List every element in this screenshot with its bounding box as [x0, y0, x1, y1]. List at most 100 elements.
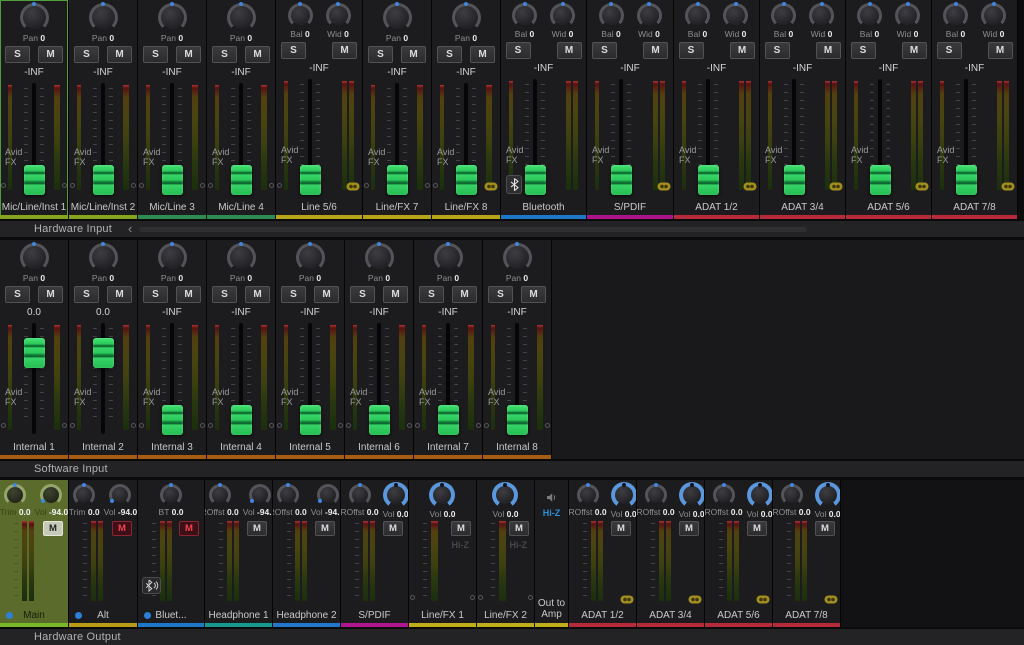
mute-button[interactable]: M	[557, 42, 582, 59]
knob-roffst[interactable]	[645, 484, 667, 506]
mute-button[interactable]: M	[383, 521, 403, 536]
mute-button[interactable]: M	[176, 286, 201, 303]
mute-button[interactable]: M	[988, 42, 1013, 59]
solo-button[interactable]: S	[488, 286, 513, 303]
solo-button[interactable]: S	[937, 42, 962, 59]
channel-strip-mic-line-3[interactable]: Pan 0SM-INFAvid FXMic/Line 3	[138, 0, 206, 219]
mute-button[interactable]: M	[747, 521, 767, 536]
stereo-link-icon[interactable]	[743, 182, 757, 191]
knob-roffst[interactable]	[209, 484, 231, 506]
knob-pan[interactable]	[383, 3, 412, 32]
knob-roffst[interactable]	[713, 484, 735, 506]
mute-button[interactable]: M	[38, 46, 63, 63]
mute-button[interactable]: M	[816, 42, 841, 59]
stereo-link-icon[interactable]	[620, 595, 634, 604]
fader-handle[interactable]	[231, 405, 252, 435]
channel-strip-mic-line-inst-1[interactable]: Pan 0SM-INFAvid FXMic/Line/Inst 1	[0, 0, 68, 219]
solo-button[interactable]: S	[679, 42, 704, 59]
scroll-left-chevron-icon[interactable]: ‹	[128, 224, 132, 234]
mute-button[interactable]: M	[815, 521, 835, 536]
solo-button[interactable]: S	[143, 286, 168, 303]
fader-handle[interactable]	[162, 165, 183, 195]
knob-bal[interactable]	[512, 3, 537, 28]
knob-roffst[interactable]	[349, 484, 371, 506]
knob-vol[interactable]	[747, 482, 772, 508]
knob-pan[interactable]	[296, 243, 325, 272]
mute-button[interactable]: M	[332, 42, 357, 59]
channel-strip-line-fx-2[interactable]: Vol 0.0MHi-ZLine/FX 2	[477, 480, 534, 627]
knob-wid[interactable]	[550, 3, 575, 28]
fader-handle[interactable]	[507, 405, 528, 435]
knob-vol[interactable]	[317, 484, 339, 506]
channel-strip-line-fx-8[interactable]: Pan 0SM-INFAvid FXLine/FX 8	[432, 0, 500, 219]
mute-button[interactable]: M	[509, 521, 529, 536]
fader-handle[interactable]	[93, 165, 114, 195]
solo-button[interactable]: S	[437, 46, 462, 63]
channel-strip-main[interactable]: Trim 0.0Vol -94.0MMain	[0, 480, 68, 627]
fader-handle[interactable]	[387, 165, 408, 195]
mute-button[interactable]: M	[730, 42, 755, 59]
solo-button[interactable]: S	[212, 286, 237, 303]
knob-bal[interactable]	[943, 3, 968, 28]
channel-strip-headphone-2[interactable]: ROffst 0.0Vol -94.0MHeadphone 2	[273, 480, 340, 627]
knob-pan[interactable]	[227, 3, 256, 32]
horizontal-scrollbar-thumb[interactable]	[139, 227, 807, 232]
solo-button[interactable]: S	[851, 42, 876, 59]
channel-strip-mic-line-4[interactable]: Pan 0SM-INFAvid FXMic/Line 4	[207, 0, 275, 219]
fader-handle[interactable]	[956, 165, 977, 195]
solo-button[interactable]: S	[281, 42, 306, 59]
channel-strip-internal-2[interactable]: Pan 0SM0.0Avid FXInternal 2	[69, 240, 137, 459]
mute-button[interactable]: M	[107, 286, 132, 303]
knob-bal[interactable]	[599, 3, 624, 28]
channel-strip-line-fx-7[interactable]: Pan 0SM-INFAvid FXLine/FX 7	[363, 0, 431, 219]
channel-strip-internal-4[interactable]: Pan 0SM-INFAvid FXInternal 4	[207, 240, 275, 459]
fader-handle[interactable]	[24, 165, 45, 195]
mute-button[interactable]: M	[43, 521, 63, 536]
mute-button[interactable]: M	[643, 42, 668, 59]
solo-button[interactable]: S	[350, 286, 375, 303]
knob-pan[interactable]	[20, 243, 49, 272]
solo-button[interactable]: S	[506, 42, 531, 59]
channel-strip-line-5-6[interactable]: Bal 0Wid 0SM-INFAvid FXLine 5/6	[276, 0, 362, 219]
knob-vol[interactable]	[383, 482, 408, 508]
knob-pan[interactable]	[503, 243, 532, 272]
knob-roffst[interactable]	[577, 484, 599, 506]
mute-button[interactable]: M	[176, 46, 201, 63]
knob-vol[interactable]	[429, 482, 455, 508]
solo-button[interactable]: S	[281, 286, 306, 303]
mute-button[interactable]: M	[314, 286, 339, 303]
mute-button[interactable]: M	[245, 286, 270, 303]
stereo-link-icon[interactable]	[657, 182, 671, 191]
knob-pan[interactable]	[89, 3, 118, 32]
knob-bal[interactable]	[288, 3, 313, 28]
hiz-label[interactable]: Hi-Z	[543, 508, 561, 518]
stereo-link-icon[interactable]	[346, 182, 360, 191]
knob-pan[interactable]	[89, 243, 118, 272]
solo-button[interactable]: S	[74, 46, 99, 63]
stereo-link-icon[interactable]	[1001, 182, 1015, 191]
knob-vol[interactable]	[109, 484, 131, 506]
mute-button[interactable]: M	[179, 521, 199, 536]
mute-button[interactable]: M	[611, 521, 631, 536]
channel-strip-mic-line-inst-2[interactable]: Pan 0SM-INFAvid FXMic/Line/Inst 2	[69, 0, 137, 219]
solo-button[interactable]: S	[419, 286, 444, 303]
mute-button[interactable]: M	[38, 286, 63, 303]
knob-pan[interactable]	[365, 243, 394, 272]
mute-button[interactable]: M	[521, 286, 546, 303]
stereo-link-icon[interactable]	[829, 182, 843, 191]
knob-bal[interactable]	[771, 3, 796, 28]
channel-strip-bluet[interactable]: BT 0.0MBluet...	[138, 480, 204, 627]
knob-roffst[interactable]	[781, 484, 803, 506]
channel-strip-adat-5-6[interactable]: Bal 0Wid 0SM-INFAvid FXADAT 5/6	[846, 0, 931, 219]
fader-handle[interactable]	[300, 405, 321, 435]
channel-strip-s-pdif[interactable]: ROffst 0.0Vol 0.0MS/PDIF	[341, 480, 408, 627]
knob-vol[interactable]	[249, 484, 271, 506]
channel-strip-s-pdif[interactable]: Bal 0Wid 0SM-INFAvid FXS/PDIF	[587, 0, 673, 219]
stereo-link-icon[interactable]	[756, 595, 770, 604]
fader-handle[interactable]	[369, 405, 390, 435]
channel-strip-internal-8[interactable]: Pan 0SM-INFAvid FXInternal 8	[483, 240, 551, 459]
fader-handle[interactable]	[231, 165, 252, 195]
channel-strip-adat-3-4[interactable]: ROffst 0.0Vol 0.0MADAT 3/4	[637, 480, 704, 627]
knob-bal[interactable]	[857, 3, 882, 28]
channel-strip-adat-3-4[interactable]: Bal 0Wid 0SM-INFAvid FXADAT 3/4	[760, 0, 845, 219]
